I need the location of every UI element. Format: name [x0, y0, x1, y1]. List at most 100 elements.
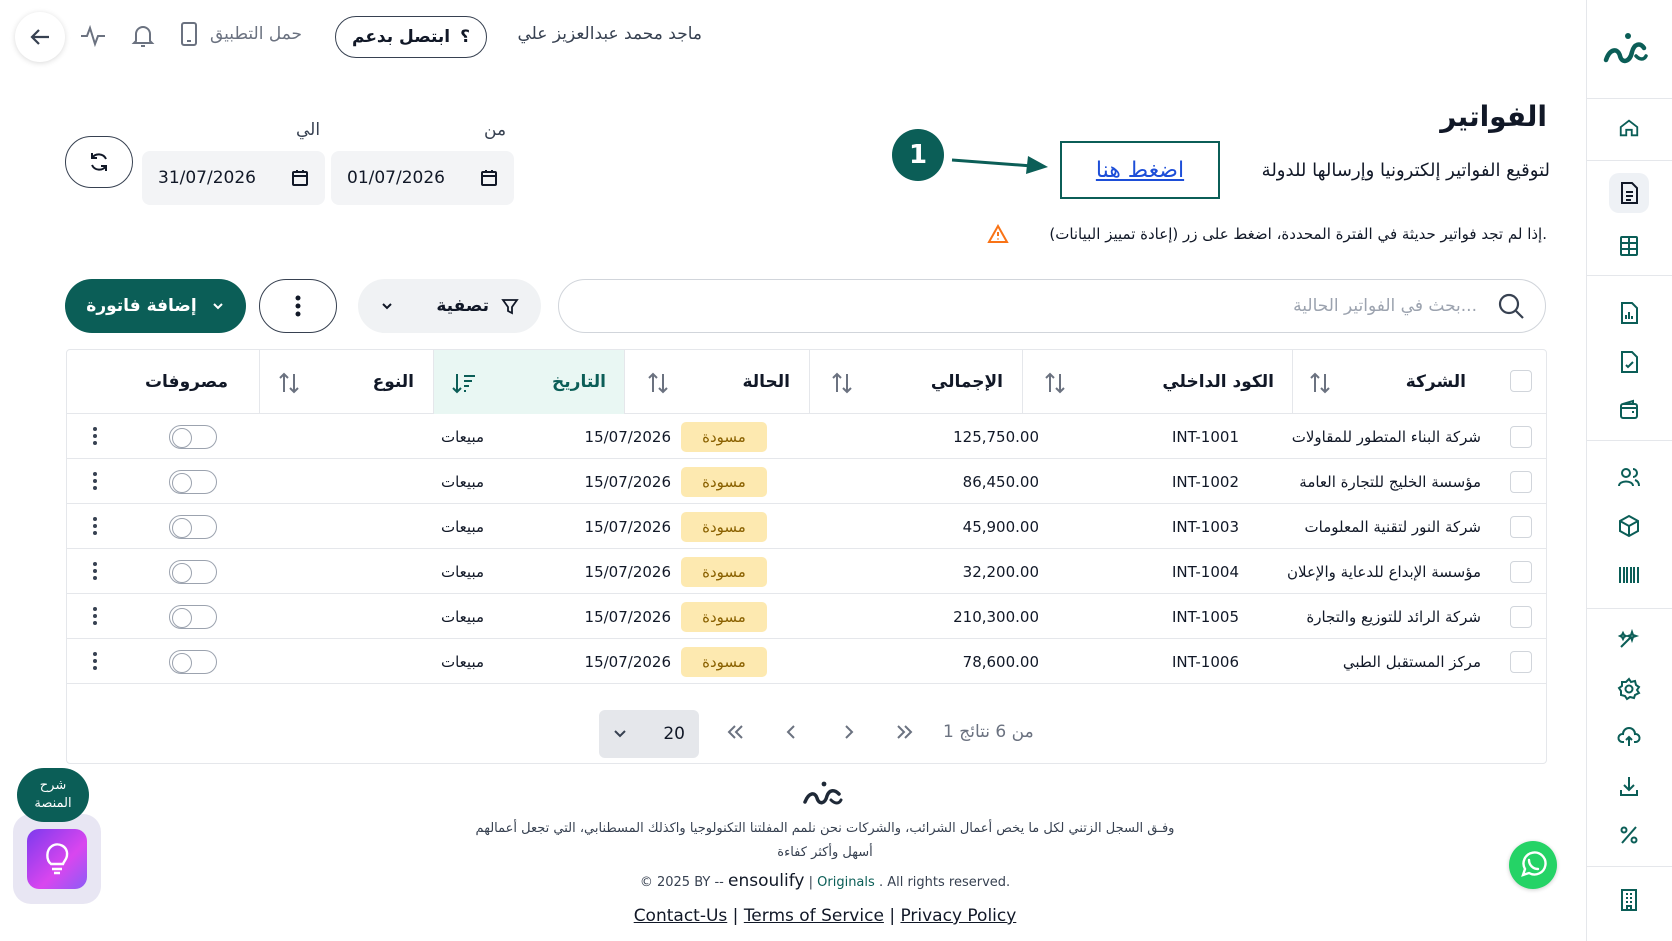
search-input[interactable]: بحث في الفواتير الحالية... [558, 279, 1546, 333]
cell-internal-code: INT-1004 [1171, 562, 1239, 581]
expense-toggle[interactable] [169, 515, 217, 539]
next-page-icon[interactable] [835, 719, 861, 745]
status-badge: مسودة [681, 467, 767, 497]
column-total[interactable]: الإجمالي [931, 350, 1003, 414]
sort-descending-icon[interactable] [451, 370, 477, 396]
calendar-icon[interactable] [291, 169, 309, 187]
row-checkbox[interactable] [1510, 471, 1532, 493]
cell-date: 15/07/2026 [584, 427, 671, 446]
table-row[interactable]: شركة البناء المتطور للمقاولات INT-1001 1… [67, 414, 1546, 459]
user-name: ماجد محمد عبدالعزيز علي [517, 24, 703, 44]
row-more-icon[interactable] [87, 559, 103, 583]
sort-icon[interactable] [276, 370, 302, 396]
table-row[interactable]: مركز المستقبل الطبي INT-1006 78,600.00 م… [67, 639, 1546, 684]
tax-table-icon[interactable] [1609, 226, 1649, 266]
page-size-select[interactable]: 20 [599, 710, 699, 758]
add-invoice-button[interactable]: إضافة فاتورة [65, 279, 246, 333]
tour-label-line1: شرح [39, 778, 67, 793]
row-more-icon[interactable] [87, 424, 103, 448]
download-icon[interactable] [1609, 766, 1649, 806]
whatsapp-icon[interactable] [1509, 841, 1557, 889]
column-date[interactable]: التاريخ [552, 350, 606, 414]
app-logo[interactable] [1600, 26, 1650, 72]
users-icon[interactable] [1609, 457, 1649, 497]
row-more-icon[interactable] [87, 604, 103, 628]
cell-total: 210,300.00 [953, 607, 1039, 626]
support-button[interactable]: ابتصل بدعم ؟ [335, 16, 487, 58]
row-more-icon[interactable] [87, 649, 103, 673]
column-company[interactable]: الشركة [1406, 350, 1466, 414]
wallet-icon[interactable] [1609, 390, 1649, 430]
cloud-upload-icon[interactable] [1609, 717, 1649, 757]
link-separator: | [732, 906, 739, 926]
expense-toggle[interactable] [169, 650, 217, 674]
sort-icon[interactable] [1307, 370, 1333, 396]
building-icon[interactable] [1609, 880, 1649, 920]
row-checkbox[interactable] [1510, 516, 1532, 538]
table-row[interactable]: شركة النور لتقنية المعلومات INT-1003 45,… [67, 504, 1546, 549]
row-checkbox[interactable] [1510, 561, 1532, 583]
row-more-icon[interactable] [87, 514, 103, 538]
last-page-icon[interactable] [891, 719, 917, 745]
invoice-icon[interactable] [1609, 173, 1649, 213]
footer-copyright: © 2025 BY -- ensoulify | Originals . All… [420, 871, 1230, 891]
originals-link[interactable]: Originals [817, 875, 875, 890]
column-type[interactable]: النوع [373, 350, 414, 414]
cell-company: شركة البناء المتطور للمقاولات [1291, 427, 1481, 446]
expense-toggle[interactable] [169, 605, 217, 629]
box-icon[interactable] [1609, 506, 1649, 546]
sort-icon[interactable] [829, 370, 855, 396]
cell-company: مؤسسة الإبداع للدعاية والإعلان [1287, 562, 1481, 581]
activity-icon[interactable] [78, 20, 108, 52]
platform-tour-button[interactable]: شرح المنصة [17, 768, 89, 822]
download-app-button[interactable]: حمل التطبيق [180, 22, 302, 46]
row-checkbox[interactable] [1510, 651, 1532, 673]
cell-company: مؤسسة الخليج للتجارة العامة [1299, 472, 1481, 491]
percent-icon[interactable] [1609, 815, 1649, 855]
sidebar-divider [1586, 440, 1672, 441]
page-size-value: 20 [663, 724, 685, 744]
sort-icon[interactable] [645, 370, 671, 396]
home-icon[interactable] [1609, 108, 1649, 148]
privacy-link[interactable]: Privacy Policy [900, 906, 1016, 926]
report-icon[interactable] [1609, 293, 1649, 333]
expense-toggle[interactable] [169, 425, 217, 449]
click-here-link[interactable]: اضغط هنا [1060, 141, 1220, 199]
table-row[interactable]: شركة الرائد للتوزيع والتجارة INT-1005 21… [67, 594, 1546, 639]
refresh-button[interactable] [65, 136, 133, 188]
tips-widget[interactable] [13, 814, 101, 904]
expense-toggle[interactable] [169, 470, 217, 494]
column-internal-code[interactable]: الكود الداخلي [1162, 350, 1274, 414]
column-expenses[interactable]: مصروفات [145, 350, 228, 414]
notification-bell-icon[interactable] [128, 20, 158, 52]
row-checkbox[interactable] [1510, 426, 1532, 448]
prev-page-icon[interactable] [779, 719, 805, 745]
filter-dropdown[interactable]: تصفية [358, 279, 541, 333]
select-all-checkbox[interactable] [1510, 370, 1532, 392]
signed-doc-icon[interactable] [1609, 342, 1649, 382]
cell-type: مبيعات [440, 517, 484, 536]
sort-icon[interactable] [1042, 370, 1068, 396]
table-row[interactable]: مؤسسة الإبداع للدعاية والإعلان INT-1004 … [67, 549, 1546, 594]
barcode-icon[interactable] [1609, 555, 1649, 595]
settings-sparkle-icon[interactable] [1609, 620, 1649, 660]
column-status[interactable]: الحالة [742, 350, 790, 414]
calendar-icon[interactable] [480, 169, 498, 187]
status-badge: مسودة [681, 647, 767, 677]
more-options-button[interactable] [259, 279, 337, 333]
contact-link[interactable]: Contact-Us [634, 906, 728, 926]
date-from-input[interactable]: 01/07/2026 [331, 151, 514, 205]
table-row[interactable]: مؤسسة الخليج للتجارة العامة INT-1002 86,… [67, 459, 1546, 504]
expense-toggle[interactable] [169, 560, 217, 584]
date-to-input[interactable]: 31/07/2026 [142, 151, 325, 205]
footer-logo [801, 778, 845, 810]
first-page-icon[interactable] [723, 719, 749, 745]
gear-icon[interactable] [1609, 669, 1649, 709]
row-more-icon[interactable] [87, 469, 103, 493]
search-placeholder: بحث في الفواتير الحالية... [1293, 296, 1477, 316]
row-checkbox[interactable] [1510, 606, 1532, 628]
brand-name[interactable]: ensoulify [728, 871, 804, 891]
back-button[interactable] [15, 12, 65, 62]
filter-label: تصفية [436, 296, 489, 316]
terms-link[interactable]: Terms of Service [744, 906, 884, 926]
